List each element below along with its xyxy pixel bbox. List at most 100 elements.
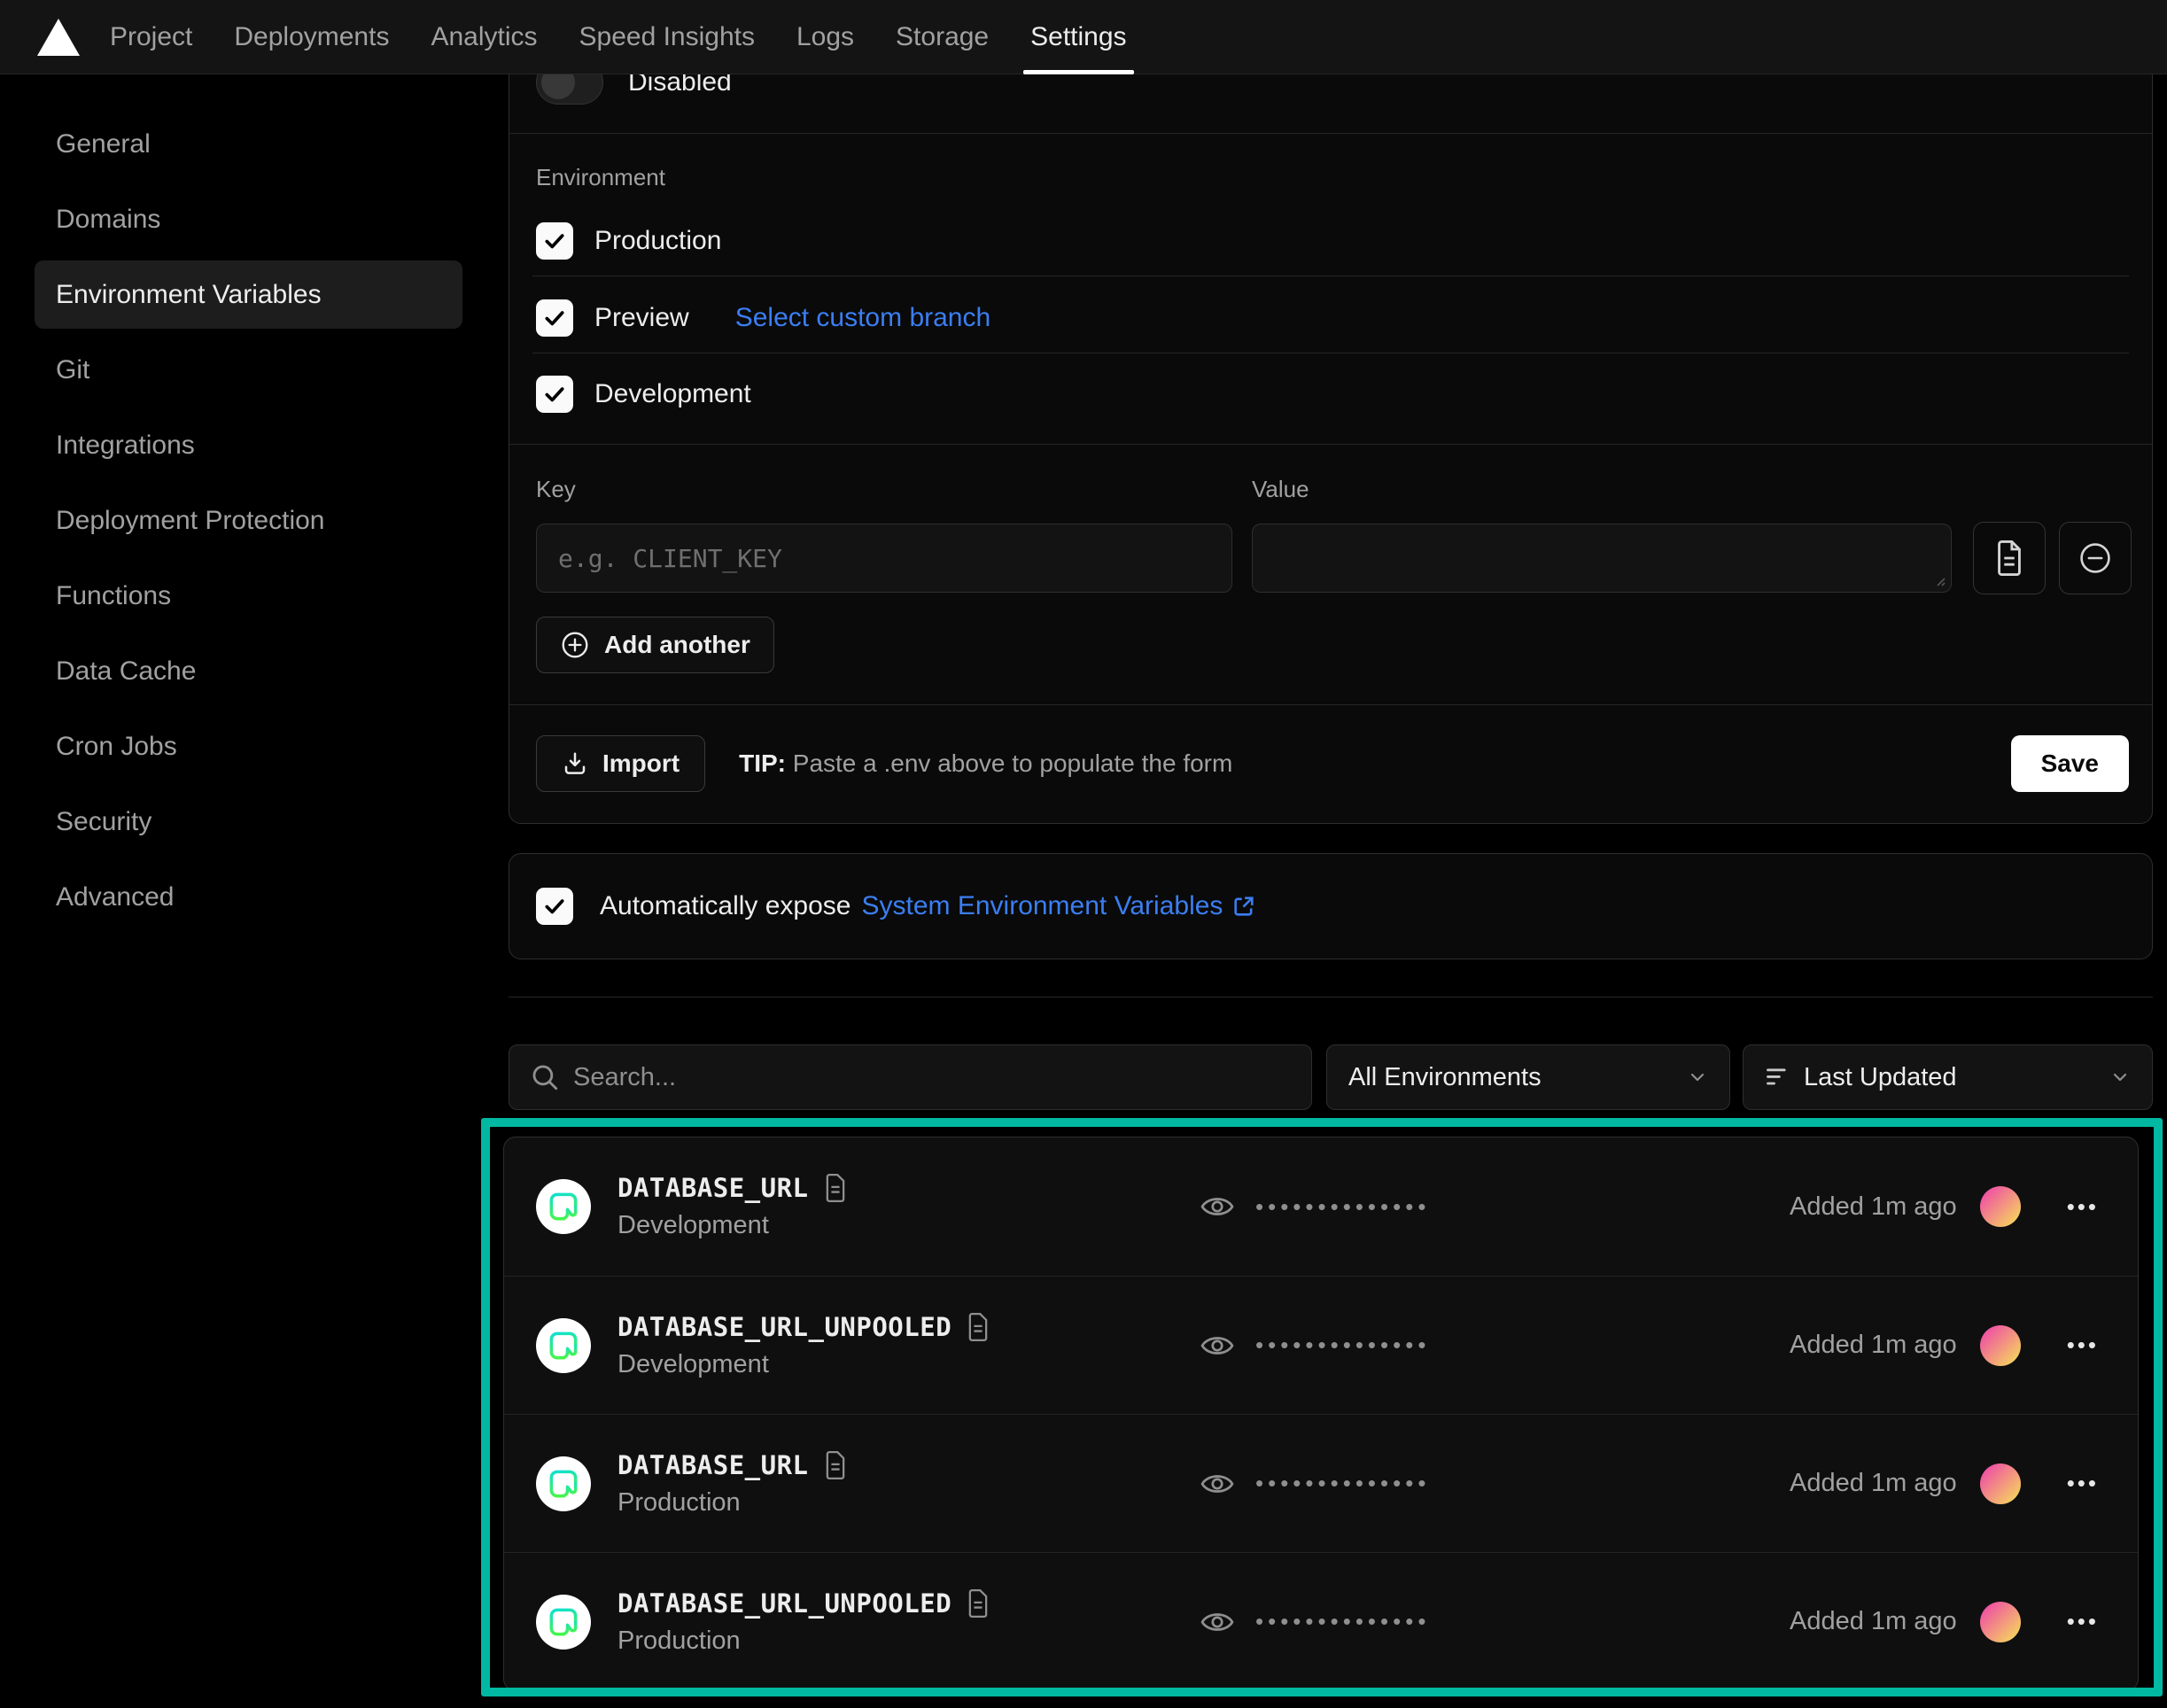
user-avatar bbox=[1980, 1602, 2021, 1642]
note-icon[interactable] bbox=[966, 1589, 990, 1618]
neon-integration-avatar bbox=[536, 1179, 591, 1234]
save-button[interactable]: Save bbox=[2011, 735, 2129, 792]
search-box bbox=[509, 1044, 1312, 1110]
system-env-variables-link[interactable]: System Environment Variables bbox=[861, 891, 1256, 921]
value-input[interactable] bbox=[1252, 524, 1952, 593]
env-var-meta: Added 1m ago ••• bbox=[1790, 1325, 2138, 1366]
env-var-meta: Added 1m ago ••• bbox=[1790, 1602, 2138, 1642]
sidebar-item-deployment-protection[interactable]: Deployment Protection bbox=[35, 486, 462, 555]
sidebar-item-integrations[interactable]: Integrations bbox=[35, 411, 462, 479]
add-another-label: Add another bbox=[604, 631, 750, 659]
divider bbox=[509, 997, 2153, 998]
env-var-info: DATABASE_URL_UNPOOLED Production bbox=[617, 1588, 990, 1656]
sidebar-item-environment-variables[interactable]: Environment Variables bbox=[35, 260, 462, 329]
neon-logo-icon bbox=[547, 1329, 580, 1363]
auto-expose-checkbox[interactable] bbox=[536, 888, 573, 925]
env-var-secret: •••••••••••••• bbox=[1199, 1192, 1430, 1222]
system-env-link-label: System Environment Variables bbox=[861, 891, 1223, 921]
eye-icon[interactable] bbox=[1199, 1331, 1236, 1361]
nav-item-analytics[interactable]: Analytics bbox=[431, 0, 537, 74]
sidebar-item-advanced[interactable]: Advanced bbox=[35, 863, 462, 931]
sidebar-item-git[interactable]: Git bbox=[35, 336, 462, 404]
eye-icon[interactable] bbox=[1199, 1469, 1236, 1499]
production-checkbox[interactable] bbox=[536, 222, 573, 260]
vercel-logo-icon[interactable] bbox=[37, 19, 80, 56]
row-menu-button[interactable]: ••• bbox=[2067, 1331, 2099, 1359]
neon-logo-icon bbox=[547, 1605, 580, 1639]
nav-item-project[interactable]: Project bbox=[110, 0, 192, 74]
env-var-info: DATABASE_URL Development bbox=[617, 1173, 848, 1240]
nav-item-logs[interactable]: Logs bbox=[796, 0, 854, 74]
key-field-label: Key bbox=[536, 476, 576, 503]
env-var-row: DATABASE_URL_UNPOOLED Development ••••••… bbox=[504, 1276, 2138, 1414]
env-var-environment: Development bbox=[617, 1211, 848, 1240]
sidebar-item-functions[interactable]: Functions bbox=[35, 562, 462, 630]
remove-row-button[interactable] bbox=[2059, 522, 2132, 594]
sort-filter-value: Last Updated bbox=[1804, 1063, 1957, 1092]
note-icon[interactable] bbox=[823, 1451, 848, 1479]
env-var-name: DATABASE_URL_UNPOOLED bbox=[617, 1588, 951, 1619]
environment-filter-select[interactable]: All Environments bbox=[1326, 1044, 1730, 1110]
env-var-row: DATABASE_URL Production •••••••••••••• A… bbox=[504, 1414, 2138, 1552]
note-icon[interactable] bbox=[823, 1174, 848, 1202]
row-menu-button[interactable]: ••• bbox=[2067, 1193, 2099, 1221]
development-checkbox[interactable] bbox=[536, 376, 573, 413]
check-icon bbox=[543, 383, 566, 406]
paste-env-button[interactable] bbox=[1973, 522, 2046, 594]
env-var-name: DATABASE_URL_UNPOOLED bbox=[617, 1312, 951, 1342]
env-var-name: DATABASE_URL bbox=[617, 1450, 809, 1480]
add-another-button[interactable]: Add another bbox=[536, 617, 774, 673]
nav-item-settings[interactable]: Settings bbox=[1030, 0, 1126, 74]
row-menu-button[interactable]: ••• bbox=[2067, 1608, 2099, 1635]
env-list-filterbar: All Environments Last Updated bbox=[509, 1044, 2153, 1110]
added-timestamp: Added 1m ago bbox=[1790, 1331, 1957, 1360]
check-icon bbox=[543, 307, 566, 330]
auto-expose-label: Automatically expose bbox=[600, 891, 850, 921]
eye-icon[interactable] bbox=[1199, 1607, 1236, 1637]
nav-item-storage[interactable]: Storage bbox=[896, 0, 989, 74]
search-icon bbox=[530, 1062, 560, 1092]
masked-value: •••••••••••••• bbox=[1255, 1331, 1430, 1359]
environment-option-preview[interactable]: Preview Select custom branch bbox=[536, 296, 990, 340]
neon-integration-avatar bbox=[536, 1456, 591, 1511]
sidebar-item-cron-jobs[interactable]: Cron Jobs bbox=[35, 712, 462, 780]
environment-option-production[interactable]: Production bbox=[536, 219, 721, 263]
divider bbox=[509, 133, 2152, 134]
preview-checkbox[interactable] bbox=[536, 299, 573, 337]
env-var-row: DATABASE_URL Development •••••••••••••• … bbox=[504, 1137, 2138, 1276]
env-var-secret: •••••••••••••• bbox=[1199, 1469, 1430, 1499]
masked-value: •••••••••••••• bbox=[1255, 1470, 1430, 1497]
row-menu-button[interactable]: ••• bbox=[2067, 1470, 2099, 1497]
user-avatar bbox=[1980, 1186, 2021, 1227]
nav-item-speed-insights[interactable]: Speed Insights bbox=[579, 0, 755, 74]
env-var-info: DATABASE_URL Production bbox=[617, 1450, 848, 1518]
masked-value: •••••••••••••• bbox=[1255, 1193, 1430, 1221]
eye-icon[interactable] bbox=[1199, 1192, 1236, 1222]
env-variable-form-panel: Disabled Environment Production Preview … bbox=[509, 0, 2153, 824]
sort-lines-icon bbox=[1765, 1067, 1790, 1088]
search-input[interactable] bbox=[509, 1044, 1312, 1110]
import-button[interactable]: Import bbox=[536, 735, 705, 792]
resize-handle-icon[interactable] bbox=[1932, 573, 1946, 587]
key-input[interactable] bbox=[536, 524, 1232, 593]
minus-circle-icon bbox=[2078, 541, 2112, 575]
env-var-environment: Production bbox=[617, 1626, 990, 1656]
env-var-name: DATABASE_URL bbox=[617, 1173, 809, 1203]
check-icon bbox=[543, 895, 566, 918]
sidebar-item-data-cache[interactable]: Data Cache bbox=[35, 637, 462, 705]
env-var-meta: Added 1m ago ••• bbox=[1790, 1463, 2138, 1504]
system-env-panel: Automatically expose System Environment … bbox=[509, 853, 2153, 959]
neon-integration-avatar bbox=[536, 1318, 591, 1373]
environment-option-development[interactable]: Development bbox=[536, 372, 751, 416]
sort-filter-select[interactable]: Last Updated bbox=[1743, 1044, 2153, 1110]
sidebar-item-security[interactable]: Security bbox=[35, 788, 462, 856]
neon-logo-icon bbox=[547, 1190, 580, 1223]
select-custom-branch-link[interactable]: Select custom branch bbox=[735, 303, 990, 333]
sidebar-item-general[interactable]: General bbox=[35, 110, 462, 178]
sidebar-item-domains[interactable]: Domains bbox=[35, 185, 462, 253]
note-icon[interactable] bbox=[966, 1313, 990, 1341]
env-variable-list: DATABASE_URL Development •••••••••••••• … bbox=[503, 1137, 2139, 1691]
user-avatar bbox=[1980, 1463, 2021, 1504]
form-footer: Import TIP: Paste a .env above to popula… bbox=[509, 704, 2152, 823]
nav-item-deployments[interactable]: Deployments bbox=[234, 0, 389, 74]
